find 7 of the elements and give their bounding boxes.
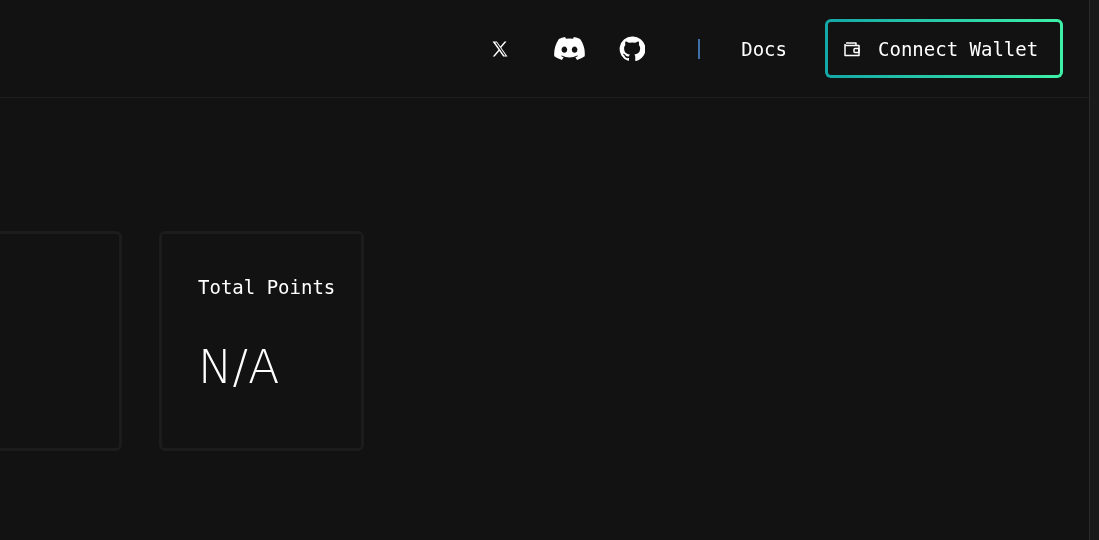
- game-controller-icon[interactable]: [554, 37, 586, 60]
- connect-wallet-button[interactable]: Connect Wallet: [825, 19, 1063, 78]
- docs-link[interactable]: Docs: [741, 37, 787, 60]
- cat-silhouette-icon[interactable]: [619, 35, 646, 62]
- stat-value: N/A: [198, 340, 281, 394]
- stat-label: Total Points: [198, 276, 337, 298]
- scrollbar[interactable]: [1089, 0, 1099, 540]
